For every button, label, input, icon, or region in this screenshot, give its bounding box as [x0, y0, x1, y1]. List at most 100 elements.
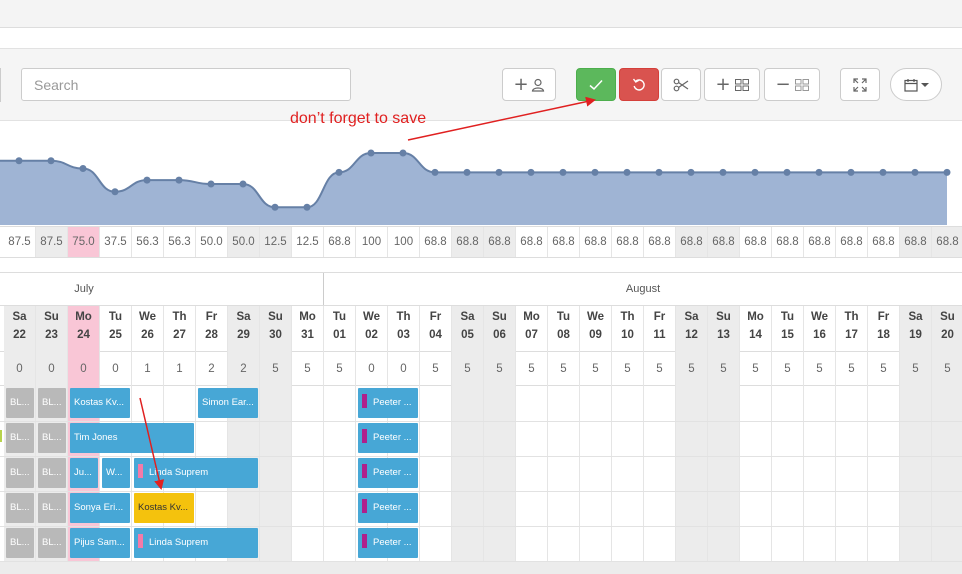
cut-button[interactable]	[661, 68, 701, 101]
day-name: Th	[172, 311, 187, 323]
availability-area	[0, 153, 947, 225]
day-header-cell[interactable]: Tu 15	[772, 306, 804, 352]
availability-value: 68.8	[484, 227, 516, 257]
shift-bar[interactable]: Tim Jones	[70, 423, 194, 453]
add-column-button[interactable]: +	[704, 68, 760, 101]
blocked-shift[interactable]: BL...	[38, 388, 66, 418]
shift-bar[interactable]: Peeter ...	[358, 388, 418, 418]
shift-bar[interactable]: Linda Suprem	[134, 528, 258, 558]
shift-tag-marker	[138, 464, 143, 479]
blocked-shift[interactable]: BL...	[38, 528, 66, 558]
blocked-shift[interactable]: BL...	[38, 423, 66, 453]
day-header-cell[interactable]: Th 17	[836, 306, 868, 352]
day-name: Su	[716, 311, 731, 323]
availability-point	[431, 168, 439, 176]
day-header-cell[interactable]: Mo 07	[516, 306, 548, 352]
shift-bar[interactable]: W...	[102, 458, 130, 488]
day-header-cell[interactable]: Su 23	[36, 306, 68, 352]
shift-bar[interactable]: Pijus Sam...	[70, 528, 130, 558]
day-name: Su	[492, 311, 507, 323]
grid-column	[804, 386, 836, 574]
blocked-shift[interactable]: BL...	[6, 528, 34, 558]
grid-row-line	[0, 421, 962, 422]
month-header: July August	[0, 272, 962, 306]
day-header-cell[interactable]: Su 20	[932, 306, 962, 352]
shift-label: BL...	[42, 397, 62, 408]
caret-down-icon	[920, 82, 929, 87]
day-header-cell[interactable]: Sa 05	[452, 306, 484, 352]
availability-value: 68.8	[740, 227, 772, 257]
top-header-bar	[0, 0, 962, 28]
day-header-cell[interactable]: We 16	[804, 306, 836, 352]
day-header-cell[interactable]: Mo 14	[740, 306, 772, 352]
grid-column	[324, 386, 356, 574]
add-person-button[interactable]: +	[502, 68, 556, 101]
shift-bar[interactable]: Peeter ...	[358, 528, 418, 558]
blocked-shift[interactable]: BL...	[6, 458, 34, 488]
shift-bar[interactable]: Sonya Eri...	[70, 493, 130, 523]
day-header-cell[interactable]: Fr 28	[196, 306, 228, 352]
shift-label: BL...	[10, 502, 30, 513]
availability-point	[79, 165, 87, 172]
day-count: 5	[420, 352, 452, 386]
day-header-cell[interactable]: Th 27	[164, 306, 196, 352]
day-header-cell[interactable]: Mo 31	[292, 306, 324, 352]
day-header-cell[interactable]: Th 10	[612, 306, 644, 352]
availability-value: 56.3	[164, 227, 196, 257]
day-header-cell[interactable]: Sa 12	[676, 306, 708, 352]
save-button[interactable]	[576, 68, 616, 101]
day-header-cell[interactable]: Fr 04	[420, 306, 452, 352]
shift-label: BL...	[10, 397, 30, 408]
shift-bar[interactable]: Ju...	[70, 458, 98, 488]
search-input[interactable]	[21, 68, 351, 101]
day-header-cell[interactable]: Fr 18	[868, 306, 900, 352]
day-header-cell[interactable]: Th 03	[388, 306, 420, 352]
grid-icon	[794, 78, 809, 91]
shift-bar[interactable]: Peeter ...	[358, 493, 418, 523]
shift-bar[interactable]: Kostas Kv...	[134, 493, 194, 523]
day-date: 17	[845, 329, 858, 341]
day-header-cell[interactable]: We 02	[356, 306, 388, 352]
day-header-cell[interactable]: Sa 22	[4, 306, 36, 352]
day-name: Fr	[653, 311, 666, 323]
blocked-shift[interactable]: BL...	[38, 493, 66, 523]
shift-bar[interactable]: Peeter ...	[358, 423, 418, 453]
shift-bar[interactable]: Linda Suprem	[134, 458, 258, 488]
undo-button[interactable]	[619, 68, 659, 101]
grid-column	[676, 386, 708, 574]
calendar-dropdown-button[interactable]	[890, 68, 942, 101]
day-header-cell[interactable]: Tu 25	[100, 306, 132, 352]
blocked-shift[interactable]: BL...	[6, 423, 34, 453]
day-header-cell[interactable]: Tu 08	[548, 306, 580, 352]
shift-label: BL...	[42, 502, 62, 513]
day-header-cell[interactable]: Sa 29	[228, 306, 260, 352]
day-header-cell[interactable]: Su 13	[708, 306, 740, 352]
shift-bar[interactable]: Kostas Kv...	[70, 388, 130, 418]
fullscreen-button[interactable]	[840, 68, 880, 101]
day-header-cell[interactable]: Fr 11	[644, 306, 676, 352]
grid-column	[900, 386, 932, 574]
day-count: 5	[708, 352, 740, 386]
day-name: Su	[44, 311, 59, 323]
minus-label: −	[775, 74, 791, 95]
availability-value: 68.8	[836, 227, 868, 257]
day-header-cell[interactable]: We 26	[132, 306, 164, 352]
day-header-cell[interactable]: Su 30	[260, 306, 292, 352]
day-header-cell[interactable]: Sa 19	[900, 306, 932, 352]
shift-label: Linda Suprem	[149, 537, 209, 548]
day-header-cell[interactable]: We 09	[580, 306, 612, 352]
day-header-cell[interactable]: Mo 24	[68, 306, 100, 352]
remove-column-button[interactable]: −	[764, 68, 820, 101]
day-header-cell[interactable]: Su 06	[484, 306, 516, 352]
day-header-cell[interactable]: Tu 01	[324, 306, 356, 352]
blocked-shift[interactable]: BL...	[6, 493, 34, 523]
calendar-icon	[903, 78, 918, 92]
availability-point	[687, 168, 695, 176]
blocked-shift[interactable]: BL...	[6, 388, 34, 418]
day-header: Sa 22 Su 23 Mo 24 Tu 25 We 26 Th 27 Fr 28 Sa 29 Su 30 Mo 31…	[0, 306, 962, 352]
shift-bar[interactable]: Peeter ...	[358, 458, 418, 488]
shift-bar[interactable]: Simon Ear...	[198, 388, 258, 418]
day-count: 5	[484, 352, 516, 386]
shift-tag-marker	[362, 429, 367, 444]
blocked-shift[interactable]: BL...	[38, 458, 66, 488]
